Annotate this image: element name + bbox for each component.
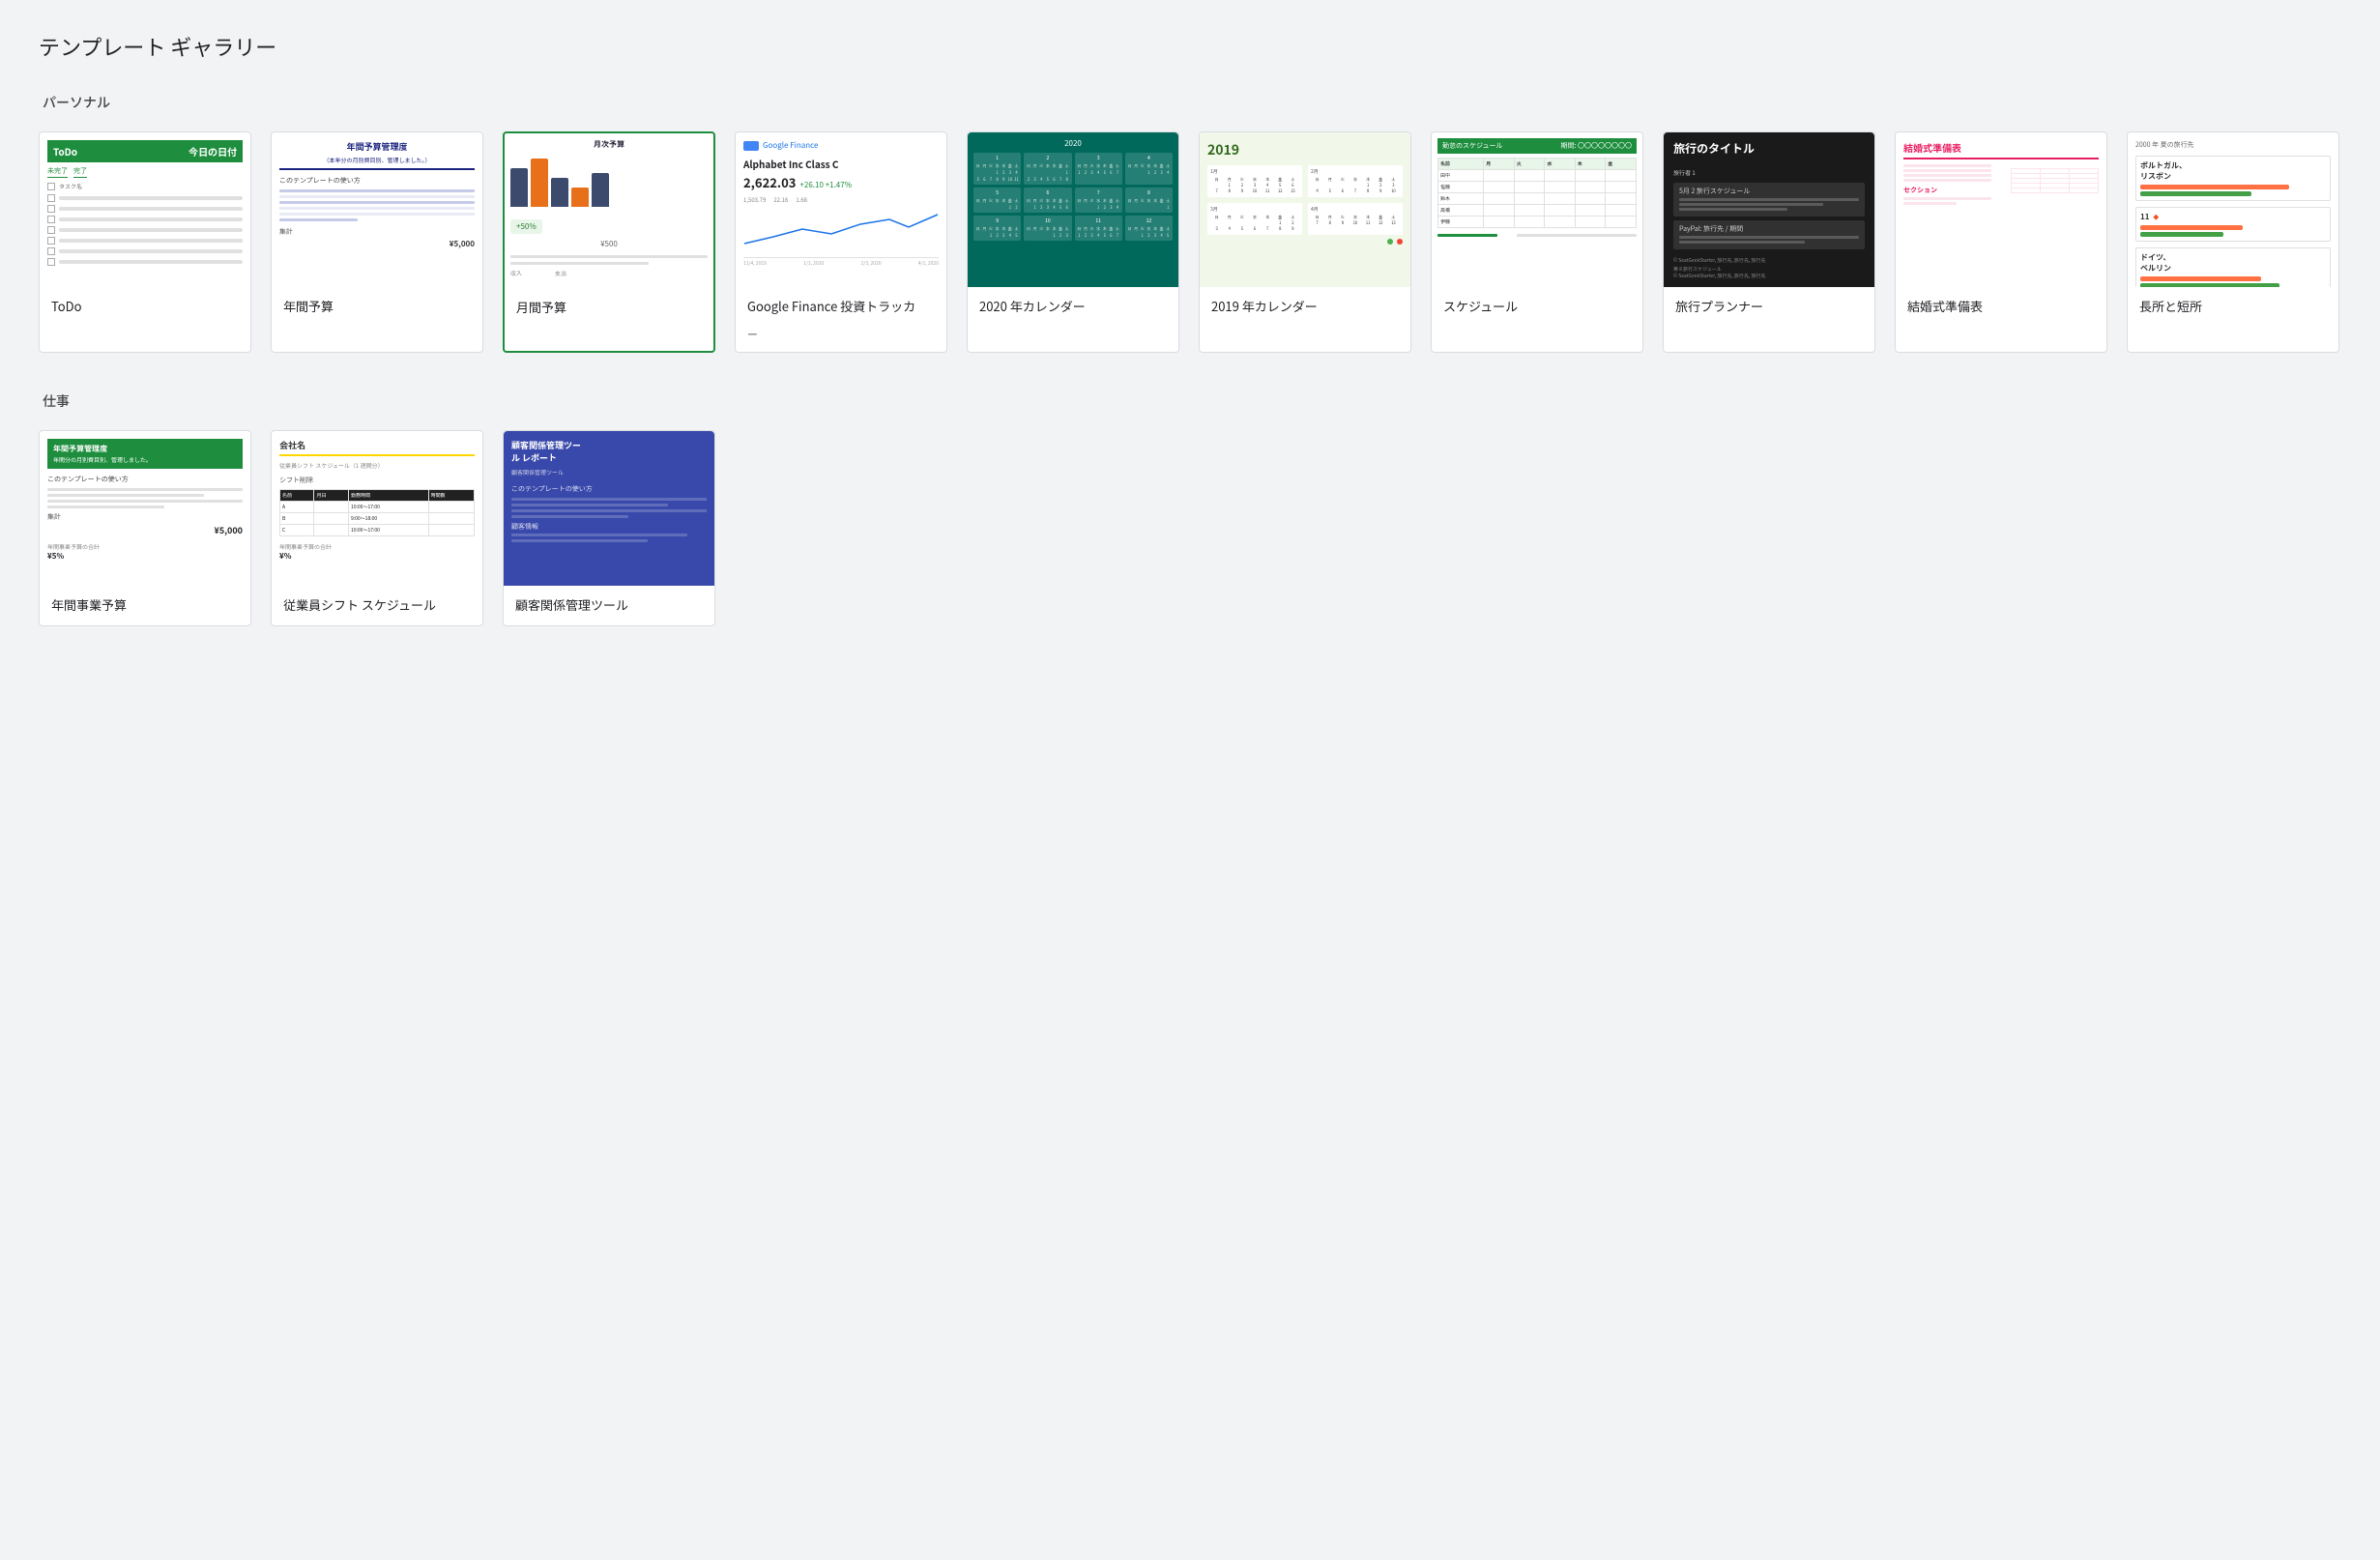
template-card-todo[interactable]: ToDo 今日の日付 未完了 完了 タスク名 [39,131,251,353]
template-card-monthly-budget[interactable]: 月次予算 +50% ¥500 収入 [503,131,715,353]
template-label-calendar-2019: 2019 年カレンダー [1200,287,1410,327]
template-preview-monthly-budget: 月次予算 +50% ¥500 収入 [505,133,713,288]
template-label-crm: 顧客関係管理ツール [504,586,714,625]
template-preview-wedding: 結婚式準備表 セクション [1896,132,2106,287]
template-preview-annual-budget: 年間予算管理度（本年分の月別費目別、管理しました。） このテンプレートの使い方 … [272,132,482,287]
template-preview-schedule: 勤怠のスケジュール 期間: 〇〇〇〇〇〇〇〇 名前 月 火 水 木 金 [1432,132,1642,287]
template-preview-crm: 顧客関係管理ツール レポート 顧客関係管理ツール このテンプレートの使い方 顧客… [504,431,714,586]
template-preview-google-finance: Google Finance Alphabet Inc Class C 2,62… [736,132,946,287]
template-label-todo: ToDo [40,287,250,327]
template-card-proscons[interactable]: 2000 年 夏の旅行先 ポルトガル、リスボン 11 ◆ [2127,131,2339,353]
template-label-annual-budget: 年間予算 [272,287,482,327]
template-card-calendar-2019[interactable]: 2019 1月 日月火水木金土 123456 78910111213 2月 [1199,131,1411,353]
personal-section: パーソナル ToDo 今日の日付 未完了 完了 タ [39,93,2341,353]
template-label-calendar-2020: 2020 年カレンダー [968,287,1178,327]
template-card-wedding[interactable]: 結婚式準備表 セクション [1895,131,2107,353]
template-preview-proscons: 2000 年 夏の旅行先 ポルトガル、リスボン 11 ◆ [2128,132,2338,287]
template-card-schedule[interactable]: 勤怠のスケジュール 期間: 〇〇〇〇〇〇〇〇 名前 月 火 水 木 金 [1431,131,1643,353]
template-card-calendar-2020[interactable]: 2020 1 日月火水木金土 1234 567891011 2 日月火水木金土 [967,131,1179,353]
work-grid: 年間予算管理度 年間分の月別費目別、管理しました。 このテンプレートの使い方 集… [39,430,2341,626]
page-title: テンプレート ギャラリー [39,31,2341,62]
template-label-monthly-budget: 月間予算 [505,288,713,328]
template-card-employee-shift[interactable]: 会社名 従業員シフト スケジュール（1 週間分） シフト削除 名前 月日 勤務時… [271,430,483,626]
personal-section-title: パーソナル [39,93,2341,112]
template-preview-calendar-2020: 2020 1 日月火水木金土 1234 567891011 2 日月火水木金土 [968,132,1178,287]
template-card-crm[interactable]: 顧客関係管理ツール レポート 顧客関係管理ツール このテンプレートの使い方 顧客… [503,430,715,626]
work-section-title: 仕事 [39,391,2341,411]
template-preview-employee-shift: 会社名 従業員シフト スケジュール（1 週間分） シフト削除 名前 月日 勤務時… [272,431,482,586]
template-preview-calendar-2019: 2019 1月 日月火水木金土 123456 78910111213 2月 [1200,132,1410,287]
template-preview-todo: ToDo 今日の日付 未完了 完了 タスク名 [40,132,250,287]
template-preview-travel-planner: 旅行のタイトル 旅行者 1 5月 2 旅行スケジュール [1664,132,1874,287]
template-card-travel-planner[interactable]: 旅行のタイトル 旅行者 1 5月 2 旅行スケジュール [1663,131,1875,353]
template-preview-annual-business-budget: 年間予算管理度 年間分の月別費目別、管理しました。 このテンプレートの使い方 集… [40,431,250,586]
template-card-annual-business-budget[interactable]: 年間予算管理度 年間分の月別費目別、管理しました。 このテンプレートの使い方 集… [39,430,251,626]
template-card-annual-budget[interactable]: 年間予算管理度（本年分の月別費目別、管理しました。） このテンプレートの使い方 … [271,131,483,353]
template-label-travel-planner: 旅行プランナー [1664,287,1874,327]
template-label-schedule: スケジュール [1432,287,1642,327]
template-card-google-finance[interactable]: Google Finance Alphabet Inc Class C 2,62… [735,131,947,353]
template-label-employee-shift: 従業員シフト スケジュール [272,586,482,625]
template-label-proscons: 長所と短所 [2128,287,2338,327]
template-label-google-finance: Google Finance 投資トラッカ [736,287,946,327]
template-sublabel-google-finance: ー [736,327,946,352]
template-label-annual-business-budget: 年間事業予算 [40,586,250,625]
work-section: 仕事 年間予算管理度 年間分の月別費目別、管理しました。 このテンプレートの使い… [39,391,2341,626]
template-label-wedding: 結婚式準備表 [1896,287,2106,327]
personal-grid: ToDo 今日の日付 未完了 完了 タスク名 [39,131,2341,353]
